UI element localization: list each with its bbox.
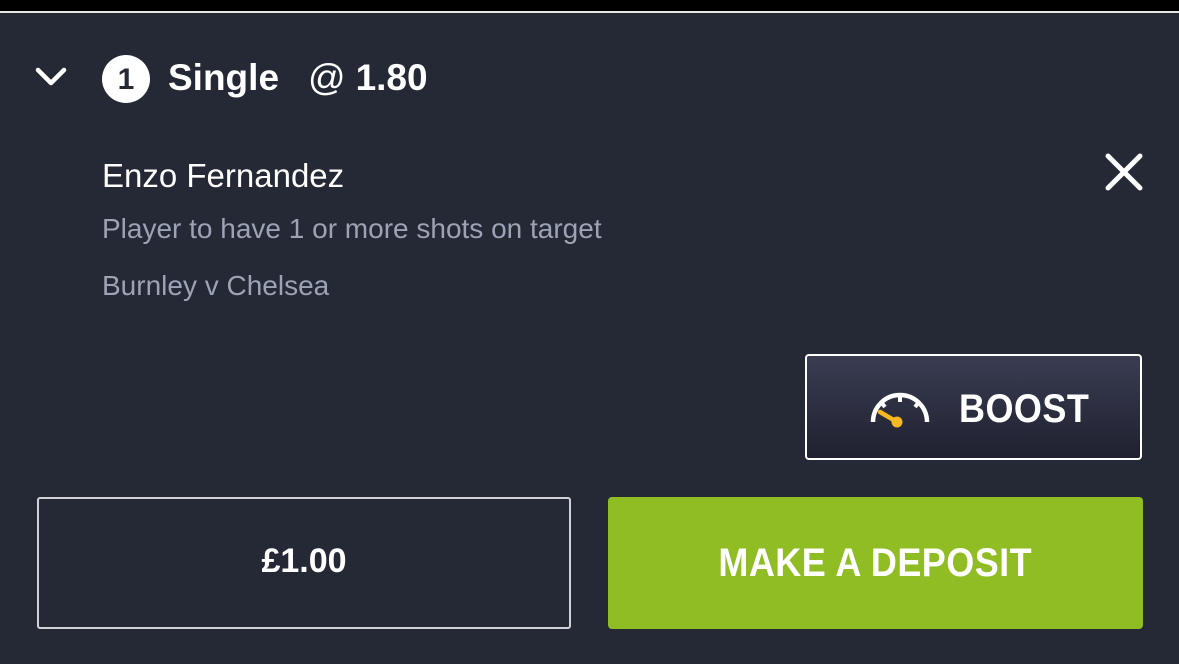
bet-type-title: Single <box>168 57 280 98</box>
stake-input[interactable]: £1.00 <box>37 497 571 629</box>
odds-value: 1.80 <box>355 57 428 98</box>
speedometer-icon <box>867 388 933 428</box>
top-bar <box>0 0 1179 11</box>
bet-odds: @1.80 <box>308 55 428 101</box>
boost-label: BOOST <box>959 387 1090 431</box>
make-deposit-button[interactable]: MAKE A DEPOSIT <box>608 497 1143 629</box>
selection-name: Enzo Fernandez <box>102 157 345 194</box>
make-deposit-label: MAKE A DEPOSIT <box>718 541 1033 585</box>
top-divider <box>0 11 1179 13</box>
selection-market: Player to have 1 or more shots on target <box>102 213 602 244</box>
boost-button[interactable]: BOOST <box>805 354 1142 460</box>
chevron-down-icon[interactable] <box>33 63 69 91</box>
close-icon[interactable] <box>1100 148 1148 196</box>
odds-prefix: @ <box>308 57 346 98</box>
bet-count-badge: 1 <box>102 55 150 103</box>
selection-event: Burnley v Chelsea <box>102 270 330 301</box>
